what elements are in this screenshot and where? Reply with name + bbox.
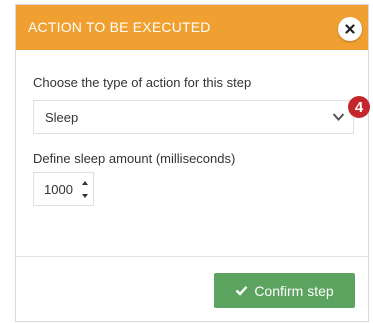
confirm-step-label: Confirm step bbox=[254, 282, 334, 299]
action-type-value: Sleep bbox=[45, 110, 79, 125]
dialog-header: ACTION TO BE EXECUTED bbox=[16, 5, 368, 50]
sleep-amount-label: Define sleep amount (milliseconds) bbox=[33, 151, 236, 166]
close-button[interactable] bbox=[338, 17, 362, 41]
sleep-amount-input[interactable]: 1000 bbox=[33, 172, 94, 206]
dialog-title: ACTION TO BE EXECUTED bbox=[28, 19, 211, 35]
spin-down-icon[interactable] bbox=[80, 191, 90, 201]
chevron-down-icon bbox=[332, 113, 345, 121]
action-type-select[interactable]: Sleep bbox=[33, 100, 354, 134]
step-number-badge: 4 bbox=[348, 96, 370, 118]
check-icon bbox=[235, 285, 248, 296]
close-icon bbox=[345, 24, 355, 34]
confirm-step-button[interactable]: Confirm step bbox=[214, 273, 355, 308]
footer-divider bbox=[16, 256, 368, 257]
action-type-label: Choose the type of action for this step bbox=[33, 75, 252, 90]
action-dialog: ACTION TO BE EXECUTED Choose the type of… bbox=[15, 4, 370, 322]
spin-up-icon[interactable] bbox=[80, 178, 90, 188]
sleep-amount-value: 1000 bbox=[44, 182, 73, 197]
